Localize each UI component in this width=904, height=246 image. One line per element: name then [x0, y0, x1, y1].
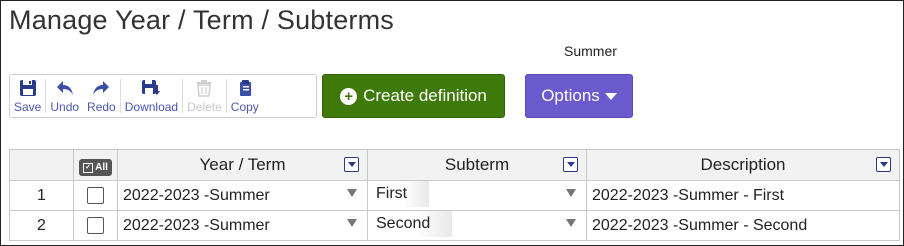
year-term-header-label: Year / Term	[199, 155, 286, 174]
copy-button[interactable]: Copy	[227, 75, 263, 117]
row-select-cell	[73, 210, 118, 241]
trash-icon	[197, 80, 212, 97]
row-select-cell	[73, 180, 118, 211]
description-cell[interactable]: 2022-2023 -Summer - First	[586, 180, 900, 211]
redo-label: Redo	[87, 100, 116, 114]
save-icon	[19, 80, 36, 96]
delete-button[interactable]: Delete	[183, 75, 226, 117]
select-all-label: All	[95, 162, 108, 174]
filter-caret-icon	[347, 162, 356, 167]
plus-circle-icon: +	[340, 87, 358, 105]
description-header: Description	[586, 149, 900, 181]
row-number-header	[9, 149, 74, 181]
subterms-table: ✓ All Year / Term Subterm Description 1	[9, 149, 900, 241]
table-header-row: ✓ All Year / Term Subterm Description	[9, 149, 900, 181]
table-row: 1 2022-2023 -Summer First 2022-2023 -Sum…	[9, 180, 900, 211]
description-cell[interactable]: 2022-2023 -Summer - Second	[586, 210, 900, 241]
undo-button[interactable]: Undo	[46, 75, 83, 117]
page-title: Manage Year / Term / Subterms	[9, 5, 394, 35]
table-row: 2 2022-2023 -Summer Second 2022-2023 -Su…	[9, 210, 900, 241]
copy-icon	[239, 80, 251, 96]
undo-icon	[56, 81, 73, 95]
options-label: Options	[541, 86, 600, 105]
create-definition-label: Create definition	[363, 86, 487, 105]
options-button[interactable]: Options	[525, 74, 633, 118]
caret-down-icon	[604, 92, 617, 100]
description-filter-button[interactable]	[876, 157, 891, 172]
page-subtitle: Summer	[564, 43, 617, 59]
year-term-value: 2022-2023 -Summer	[123, 216, 270, 234]
year-term-select[interactable]: 2022-2023 -Summer	[117, 210, 368, 241]
edit-toolbar: Save Undo Redo Download Delete Copy	[9, 74, 317, 118]
subterm-value: First	[373, 180, 430, 207]
description-header-label: Description	[700, 155, 786, 174]
row-number: 2	[9, 210, 74, 241]
row-checkbox[interactable]	[87, 216, 104, 234]
year-term-header: Year / Term	[117, 149, 368, 181]
subterm-header-label: Subterm	[444, 155, 510, 174]
dropdown-arrow-icon	[347, 189, 357, 197]
download-icon	[142, 80, 161, 95]
year-term-value: 2022-2023 -Summer	[123, 186, 270, 204]
dropdown-arrow-icon	[566, 189, 576, 197]
create-definition-button[interactable]: + Create definition	[322, 74, 505, 118]
copy-label: Copy	[230, 100, 259, 114]
year-term-select[interactable]: 2022-2023 -Summer	[117, 180, 368, 211]
checkbox-icon: ✓	[83, 162, 94, 173]
undo-label: Undo	[50, 100, 80, 114]
subterm-select[interactable]: First	[367, 180, 587, 211]
subterm-value: Second	[373, 210, 453, 237]
delete-label: Delete	[187, 100, 222, 114]
download-button[interactable]: Download	[121, 75, 182, 117]
filter-caret-icon	[879, 162, 888, 167]
redo-button[interactable]: Redo	[83, 75, 120, 117]
subterm-header: Subterm	[367, 149, 587, 181]
download-label: Download	[124, 100, 179, 114]
save-label: Save	[14, 100, 42, 114]
year-term-filter-button[interactable]	[344, 157, 359, 172]
filter-caret-icon	[566, 162, 575, 167]
select-all-button[interactable]: ✓ All	[79, 159, 112, 177]
subterm-select[interactable]: Second	[367, 210, 587, 241]
subterm-filter-button[interactable]	[563, 157, 578, 172]
row-checkbox[interactable]	[87, 186, 104, 204]
select-all-header: ✓ All	[73, 149, 118, 181]
redo-icon	[93, 81, 110, 95]
row-number: 1	[9, 180, 74, 211]
save-button[interactable]: Save	[10, 75, 45, 117]
dropdown-arrow-icon	[566, 219, 576, 227]
dropdown-arrow-icon	[347, 219, 357, 227]
